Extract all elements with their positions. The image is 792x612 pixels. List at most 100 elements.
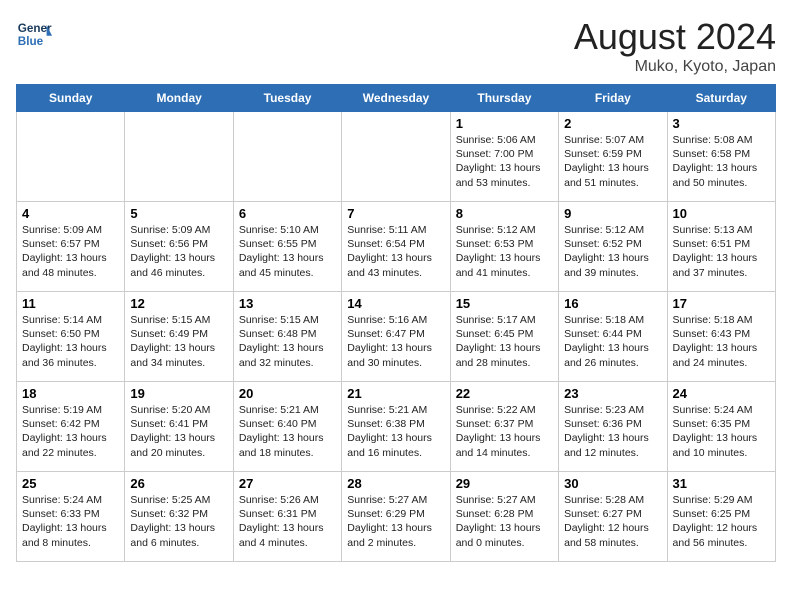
- day-header-saturday: Saturday: [667, 85, 775, 112]
- calendar-cell: 24 Sunrise: 5:24 AM Sunset: 6:35 PM Dayli…: [667, 382, 775, 472]
- calendar-cell: 22Sunrise: 5:22 AM Sunset: 6:37 PM Dayli…: [450, 382, 558, 472]
- day-number: 30: [564, 476, 661, 491]
- cell-details: Sunrise: 5:11 AM Sunset: 6:54 PM Dayligh…: [347, 223, 444, 280]
- day-number: 5: [130, 206, 227, 221]
- day-header-row: SundayMondayTuesdayWednesdayThursdayFrid…: [17, 85, 776, 112]
- cell-details: Sunrise: 5:14 AM Sunset: 6:50 PM Dayligh…: [22, 313, 119, 370]
- calendar-cell: 26 Sunrise: 5:25 AM Sunset: 6:32 PM Dayli…: [125, 472, 233, 562]
- cell-details: Sunrise: 5:09 AM Sunset: 6:56 PM Dayligh…: [130, 223, 227, 280]
- day-number: 6: [239, 206, 336, 221]
- cell-details: Sunrise: 5:13 AM Sunset: 6:51 PM Dayligh…: [673, 223, 770, 280]
- calendar-cell: 11 Sunrise: 5:14 AM Sunset: 6:50 PM Dayli…: [17, 292, 125, 382]
- cell-details: Sunrise: 5:22 AM Sunset: 6:37 PM Dayligh…: [456, 403, 553, 460]
- cell-details: Sunrise: 5:07 AM Sunset: 6:59 PM Dayligh…: [564, 133, 661, 190]
- calendar-cell: 13Sunrise: 5:15 AM Sunset: 6:48 PM Dayli…: [233, 292, 341, 382]
- calendar-cell: [233, 112, 341, 202]
- day-number: 17: [673, 296, 770, 311]
- cell-details: Sunrise: 5:06 AM Sunset: 7:00 PM Dayligh…: [456, 133, 553, 190]
- calendar-cell: 28 Sunrise: 5:27 AM Sunset: 6:29 PM Dayli…: [342, 472, 450, 562]
- day-number: 24: [673, 386, 770, 401]
- calendar-cell: 2 Sunrise: 5:07 AM Sunset: 6:59 PM Daylig…: [559, 112, 667, 202]
- calendar-cell: 1Sunrise: 5:06 AM Sunset: 7:00 PM Daylig…: [450, 112, 558, 202]
- logo-icon: General Blue: [16, 16, 52, 52]
- cell-details: Sunrise: 5:21 AM Sunset: 6:40 PM Dayligh…: [239, 403, 336, 460]
- day-number: 10: [673, 206, 770, 221]
- cell-details: Sunrise: 5:27 AM Sunset: 6:28 PM Dayligh…: [456, 493, 553, 550]
- calendar-cell: 23 Sunrise: 5:23 AM Sunset: 6:36 PM Dayli…: [559, 382, 667, 472]
- calendar-cell: 7 Sunrise: 5:11 AM Sunset: 6:54 PM Daylig…: [342, 202, 450, 292]
- day-number: 3: [673, 116, 770, 131]
- day-number: 21: [347, 386, 444, 401]
- week-row-2: 4 Sunrise: 5:09 AM Sunset: 6:57 PM Daylig…: [17, 202, 776, 292]
- cell-details: Sunrise: 5:16 AM Sunset: 6:47 PM Dayligh…: [347, 313, 444, 370]
- cell-details: Sunrise: 5:28 AM Sunset: 6:27 PM Dayligh…: [564, 493, 661, 550]
- day-number: 26: [130, 476, 227, 491]
- day-number: 25: [22, 476, 119, 491]
- calendar-cell: 18Sunrise: 5:19 AM Sunset: 6:42 PM Dayli…: [17, 382, 125, 472]
- day-number: 27: [239, 476, 336, 491]
- cell-details: Sunrise: 5:09 AM Sunset: 6:57 PM Dayligh…: [22, 223, 119, 280]
- calendar-cell: 17 Sunrise: 5:18 AM Sunset: 6:43 PM Dayli…: [667, 292, 775, 382]
- day-number: 4: [22, 206, 119, 221]
- calendar-cell: 20 Sunrise: 5:21 AM Sunset: 6:40 PM Dayli…: [233, 382, 341, 472]
- day-number: 31: [673, 476, 770, 491]
- calendar-cell: 6 Sunrise: 5:10 AM Sunset: 6:55 PM Daylig…: [233, 202, 341, 292]
- day-header-sunday: Sunday: [17, 85, 125, 112]
- day-number: 20: [239, 386, 336, 401]
- cell-details: Sunrise: 5:23 AM Sunset: 6:36 PM Dayligh…: [564, 403, 661, 460]
- cell-details: Sunrise: 5:24 AM Sunset: 6:35 PM Dayligh…: [673, 403, 770, 460]
- month-year-title: August 2024: [574, 16, 776, 58]
- calendar-cell: 4 Sunrise: 5:09 AM Sunset: 6:57 PM Daylig…: [17, 202, 125, 292]
- cell-details: Sunrise: 5:27 AM Sunset: 6:29 PM Dayligh…: [347, 493, 444, 550]
- day-number: 2: [564, 116, 661, 131]
- day-number: 14: [347, 296, 444, 311]
- day-number: 8: [456, 206, 553, 221]
- calendar-cell: 5 Sunrise: 5:09 AM Sunset: 6:56 PM Daylig…: [125, 202, 233, 292]
- calendar-cell: 3Sunrise: 5:08 AM Sunset: 6:58 PM Daylig…: [667, 112, 775, 202]
- day-number: 28: [347, 476, 444, 491]
- cell-details: Sunrise: 5:18 AM Sunset: 6:43 PM Dayligh…: [673, 313, 770, 370]
- cell-details: Sunrise: 5:20 AM Sunset: 6:41 PM Dayligh…: [130, 403, 227, 460]
- week-row-3: 11 Sunrise: 5:14 AM Sunset: 6:50 PM Dayli…: [17, 292, 776, 382]
- calendar-cell: 10 Sunrise: 5:13 AM Sunset: 6:51 PM Dayli…: [667, 202, 775, 292]
- day-header-thursday: Thursday: [450, 85, 558, 112]
- calendar-cell: 8 Sunrise: 5:12 AM Sunset: 6:53 PM Daylig…: [450, 202, 558, 292]
- calendar-cell: 27 Sunrise: 5:26 AM Sunset: 6:31 PM Dayli…: [233, 472, 341, 562]
- day-header-monday: Monday: [125, 85, 233, 112]
- cell-details: Sunrise: 5:24 AM Sunset: 6:33 PM Dayligh…: [22, 493, 119, 550]
- week-row-1: 1Sunrise: 5:06 AM Sunset: 7:00 PM Daylig…: [17, 112, 776, 202]
- day-number: 23: [564, 386, 661, 401]
- calendar-cell: 16Sunrise: 5:18 AM Sunset: 6:44 PM Dayli…: [559, 292, 667, 382]
- calendar-cell: [342, 112, 450, 202]
- cell-details: Sunrise: 5:15 AM Sunset: 6:48 PM Dayligh…: [239, 313, 336, 370]
- logo: General Blue: [16, 16, 52, 52]
- day-number: 11: [22, 296, 119, 311]
- day-number: 29: [456, 476, 553, 491]
- calendar-cell: [125, 112, 233, 202]
- week-row-4: 18Sunrise: 5:19 AM Sunset: 6:42 PM Dayli…: [17, 382, 776, 472]
- day-number: 15: [456, 296, 553, 311]
- day-number: 12: [130, 296, 227, 311]
- cell-details: Sunrise: 5:18 AM Sunset: 6:44 PM Dayligh…: [564, 313, 661, 370]
- day-number: 19: [130, 386, 227, 401]
- day-number: 9: [564, 206, 661, 221]
- cell-details: Sunrise: 5:12 AM Sunset: 6:53 PM Dayligh…: [456, 223, 553, 280]
- calendar-cell: 12 Sunrise: 5:15 AM Sunset: 6:49 PM Dayli…: [125, 292, 233, 382]
- page-header: General Blue August 2024 Muko, Kyoto, Ja…: [16, 16, 776, 76]
- calendar-cell: 9Sunrise: 5:12 AM Sunset: 6:52 PM Daylig…: [559, 202, 667, 292]
- calendar-cell: 19 Sunrise: 5:20 AM Sunset: 6:41 PM Dayli…: [125, 382, 233, 472]
- cell-details: Sunrise: 5:25 AM Sunset: 6:32 PM Dayligh…: [130, 493, 227, 550]
- calendar-cell: [17, 112, 125, 202]
- calendar-cell: 31Sunrise: 5:29 AM Sunset: 6:25 PM Dayli…: [667, 472, 775, 562]
- cell-details: Sunrise: 5:26 AM Sunset: 6:31 PM Dayligh…: [239, 493, 336, 550]
- location-subtitle: Muko, Kyoto, Japan: [574, 58, 776, 76]
- cell-details: Sunrise: 5:19 AM Sunset: 6:42 PM Dayligh…: [22, 403, 119, 460]
- day-number: 7: [347, 206, 444, 221]
- day-header-friday: Friday: [559, 85, 667, 112]
- calendar-cell: 29 Sunrise: 5:27 AM Sunset: 6:28 PM Dayli…: [450, 472, 558, 562]
- cell-details: Sunrise: 5:21 AM Sunset: 6:38 PM Dayligh…: [347, 403, 444, 460]
- cell-details: Sunrise: 5:10 AM Sunset: 6:55 PM Dayligh…: [239, 223, 336, 280]
- cell-details: Sunrise: 5:15 AM Sunset: 6:49 PM Dayligh…: [130, 313, 227, 370]
- calendar-cell: 21 Sunrise: 5:21 AM Sunset: 6:38 PM Dayli…: [342, 382, 450, 472]
- day-header-tuesday: Tuesday: [233, 85, 341, 112]
